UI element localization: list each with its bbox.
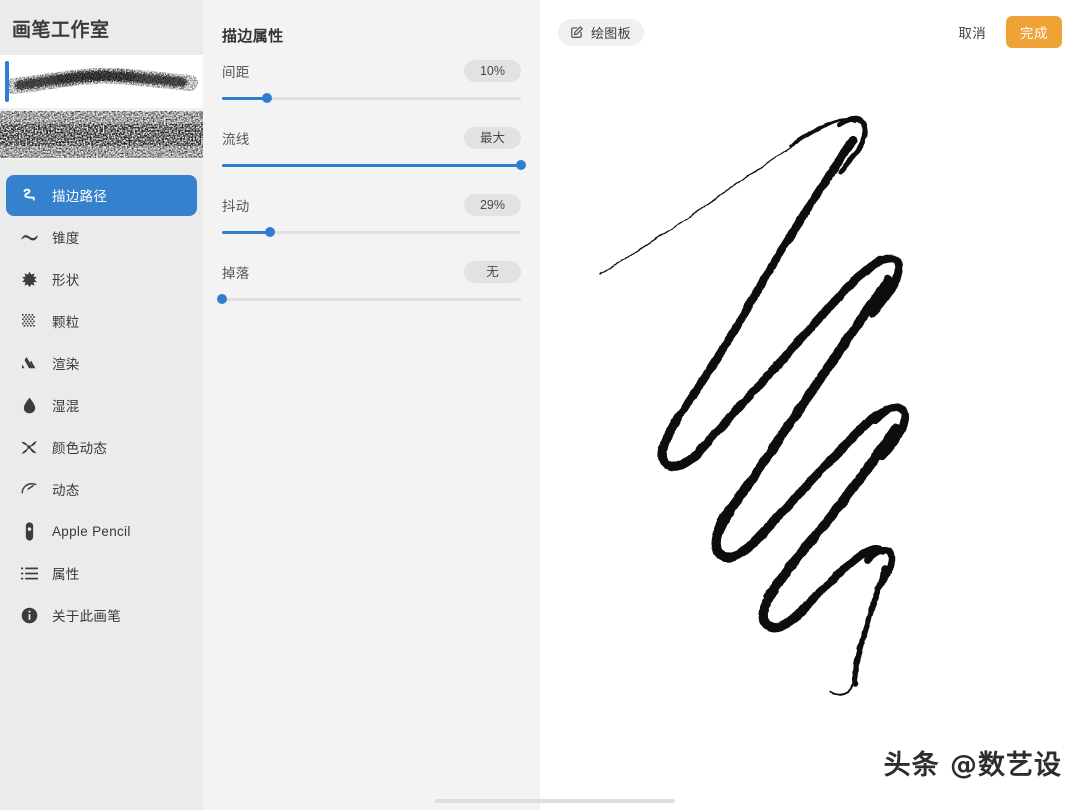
sidebar-item-label: 湿混 — [52, 399, 80, 415]
page-title: 画笔工作室 — [12, 20, 110, 41]
brush-preview-list — [0, 54, 203, 161]
slider-streamline[interactable] — [222, 158, 526, 172]
sidebar-item-grain[interactable]: 颗粒 — [6, 301, 197, 342]
watermark: 头条 @数艺设 — [883, 750, 1062, 781]
slider-jitter[interactable] — [222, 225, 521, 239]
slider-label: 间距 — [222, 65, 250, 80]
slider-label: 流线 — [222, 132, 250, 147]
slider-thumb[interactable] — [264, 227, 275, 237]
rendering-icon — [18, 352, 40, 374]
stroke-properties-panel: 描边属性 间距 10% 流线 最大 抖动 29% 掉落 无 — [203, 0, 540, 810]
sidebar-item-label: 颜色动态 — [52, 441, 108, 457]
wet-mix-icon — [18, 394, 40, 416]
slider-row-fall-off: 掉落 无 — [217, 259, 521, 306]
slider-value-badge: 10% — [464, 60, 521, 82]
sidebar-item-wet-mix[interactable]: 湿混 — [6, 385, 197, 426]
sidebar-item-rendering[interactable]: 渲染 — [6, 343, 197, 384]
sidebar-item-about-brush[interactable]: 关于此画笔 — [6, 595, 197, 636]
sidebar-item-label: 关于此画笔 — [52, 609, 121, 625]
brush-preview-second[interactable] — [0, 107, 203, 161]
taper-icon — [18, 226, 40, 248]
slider-value-badge: 最大 — [464, 127, 521, 149]
sidebar-item-dynamics[interactable]: 动态 — [6, 469, 197, 510]
slider-fill — [222, 97, 267, 100]
shape-icon — [18, 268, 40, 290]
sidebar-item-label: 属性 — [52, 567, 80, 583]
slider-row-streamline: 流线 最大 — [222, 125, 526, 172]
sidebar-item-label: 动态 — [52, 483, 80, 499]
slider-list: 间距 10% 流线 最大 抖动 29% 掉落 无 — [203, 46, 540, 306]
properties-list-icon — [18, 562, 40, 584]
slider-fill — [222, 164, 521, 167]
brush-preview-selected[interactable] — [0, 54, 203, 108]
slider-row-spacing: 间距 10% — [222, 58, 521, 105]
sidebar: 画笔工作室 描边路径 锥度 形状 颗粒 渲染 湿混 颜色动态 动态 Apple … — [0, 0, 203, 810]
grain-icon — [18, 310, 40, 332]
sidebar-item-taper[interactable]: 锥度 — [6, 217, 197, 258]
sidebar-item-apple-pencil[interactable]: Apple Pencil — [6, 511, 197, 552]
dynamics-icon — [18, 478, 40, 500]
slider-fill — [222, 231, 270, 234]
slider-fall-off[interactable] — [217, 292, 521, 306]
slider-thumb[interactable] — [261, 93, 272, 103]
sidebar-item-label: 描边路径 — [52, 189, 108, 205]
sidebar-item-color-dynamics[interactable]: 颜色动态 — [6, 427, 197, 468]
slider-header: 间距 10% — [222, 58, 521, 84]
sidebar-item-label: Apple Pencil — [52, 523, 131, 539]
color-dynamics-icon — [18, 436, 40, 458]
slider-label: 掉落 — [222, 266, 250, 281]
sidebar-item-shape[interactable]: 形状 — [6, 259, 197, 300]
brush-stroke-preview — [599, 116, 910, 696]
sidebar-menu: 描边路径 锥度 形状 颗粒 渲染 湿混 颜色动态 动态 Apple Pencil… — [0, 174, 203, 636]
slider-value-badge: 无 — [464, 261, 521, 283]
sidebar-item-label: 颗粒 — [52, 315, 80, 331]
drawing-canvas-area[interactable]: 绘图板 取消 完成 头条 @数艺设 — [540, 0, 1080, 810]
brush-stroke-thumbnail-1 — [6, 67, 198, 94]
slider-track — [222, 298, 521, 301]
slider-value-badge: 29% — [464, 194, 521, 216]
properties-panel-title: 描边属性 — [222, 28, 284, 45]
apple-pencil-icon — [18, 520, 40, 542]
slider-header: 抖动 29% — [222, 192, 521, 218]
stroke-path-icon — [18, 184, 40, 206]
brush-selected-indicator — [5, 60, 9, 102]
slider-thumb[interactable] — [516, 160, 526, 170]
slider-label: 抖动 — [222, 199, 250, 214]
slider-header: 掉落 无 — [222, 259, 521, 285]
sidebar-item-label: 锥度 — [52, 231, 80, 247]
slider-spacing[interactable] — [222, 91, 521, 105]
slider-header: 流线 最大 — [222, 125, 521, 151]
slider-thumb[interactable] — [217, 294, 227, 304]
brush-studio-window: 画笔工作室 描边路径 锥度 形状 颗粒 渲染 湿混 颜色动态 动态 Apple … — [0, 0, 1080, 810]
sidebar-item-label: 形状 — [52, 273, 80, 289]
sidebar-item-stroke-path[interactable]: 描边路径 — [6, 174, 197, 216]
horizontal-scrollbar[interactable] — [435, 799, 675, 803]
sidebar-item-label: 渲染 — [52, 357, 80, 373]
brush-stroke-thumbnail-2 — [0, 110, 203, 158]
sidebar-item-properties[interactable]: 属性 — [6, 553, 197, 594]
slider-row-jitter: 抖动 29% — [222, 192, 521, 239]
info-icon — [18, 604, 40, 626]
